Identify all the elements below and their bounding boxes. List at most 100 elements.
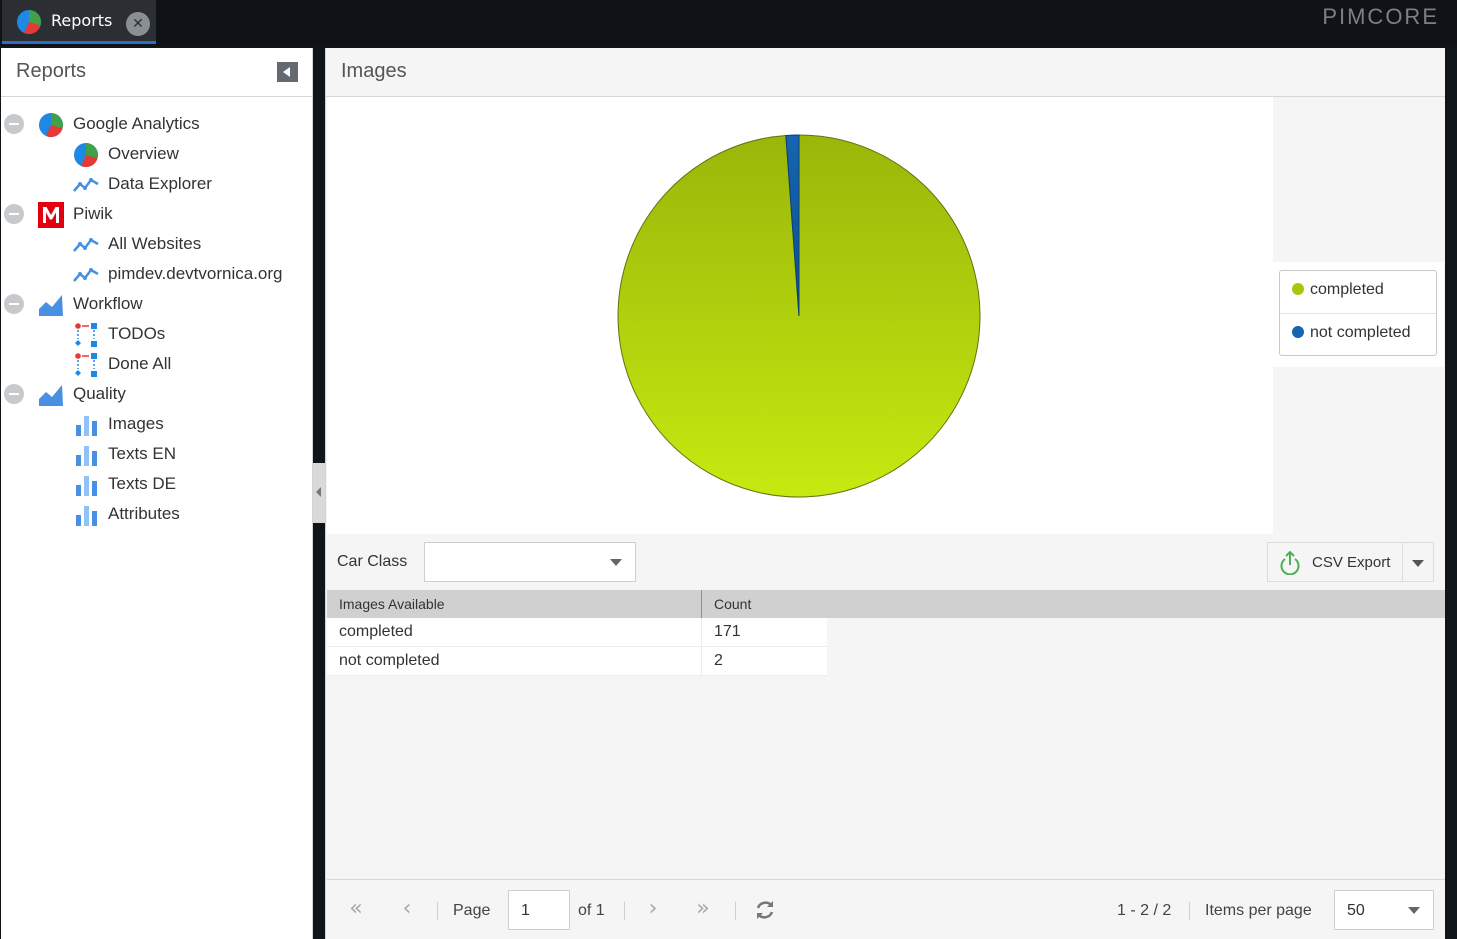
tree-node-pimdev[interactable]: pimdev.devtvornica.org [1, 259, 313, 289]
collapse-toggle-icon[interactable] [4, 384, 24, 404]
pie-chart-icon [74, 142, 99, 168]
chart-legend: completed not completed [1273, 262, 1444, 367]
refresh-icon[interactable] [753, 898, 777, 922]
tree-node-label: Done All [108, 354, 172, 373]
tree-node-texts-en[interactable]: Texts EN [1, 439, 313, 469]
tree-node-label: Images [108, 414, 164, 433]
legend-label: completed [1310, 281, 1384, 298]
pager-divider [437, 902, 438, 920]
tree-node-label: Google Analytics [73, 114, 200, 133]
reports-tree: Google Analytics Overview Data Explorer [1, 109, 313, 529]
tree-node-google-analytics[interactable]: Google Analytics [1, 109, 313, 139]
chevron-down-icon[interactable] [610, 559, 622, 566]
csv-export-label: CSV Export [1312, 554, 1391, 571]
legend-dot [1292, 283, 1304, 296]
tree-node-label: All Websites [108, 234, 202, 253]
area-chart-icon [39, 295, 63, 316]
collapse-toggle-icon[interactable] [4, 114, 24, 134]
page-label: Page [453, 902, 491, 919]
items-per-page-value: 50 [1347, 902, 1365, 919]
last-page-icon[interactable]: » [691, 898, 715, 922]
tree-node-images[interactable]: Images [1, 409, 313, 439]
tree-node-piwik[interactable]: Piwik [1, 199, 313, 229]
tree-node-quality[interactable]: Quality [1, 379, 313, 409]
pagination-toolbar: « ‹ Page 1 of 1 › » 1 - 2 / 2 Items per … [327, 879, 1445, 939]
pager-divider [735, 902, 736, 920]
legend-item-not-completed[interactable]: not completed [1292, 324, 1411, 346]
sidebar-header: Reports [1, 48, 312, 97]
pie-chart-svg [617, 134, 981, 498]
cell-images-available: not completed [327, 647, 702, 676]
top-bar: Reports ✕ PIMCORE [0, 0, 1457, 46]
tree-node-label: pimdev.devtvornica.org [108, 264, 283, 283]
items-per-page-select[interactable]: 50 [1334, 890, 1434, 930]
cell-count: 171 [714, 623, 741, 640]
tree-node-label: Attributes [108, 504, 180, 523]
tree-node-todos[interactable]: TODOs [1, 319, 313, 349]
area-chart-icon [39, 385, 63, 406]
pie-chart-icon [17, 9, 42, 35]
sidebar-splitter-handle[interactable] [313, 463, 325, 523]
legend-label: not completed [1310, 324, 1411, 341]
piwik-icon [38, 202, 64, 228]
bar-chart-icon [76, 446, 97, 466]
tree-node-label: Overview [108, 144, 179, 163]
tree-node-overview[interactable]: Overview [1, 139, 313, 169]
tree-node-label: TODOs [108, 324, 166, 343]
google-analytics-icon [39, 112, 64, 138]
tree-node-texts-de[interactable]: Texts DE [1, 469, 313, 499]
pimcore-logo: PIMCORE [1322, 4, 1439, 29]
reports-sidebar: Reports Google Analytics Overview Data E… [1, 48, 313, 939]
tree-node-done-all[interactable]: Done All [1, 349, 313, 379]
bar-chart-icon [76, 416, 97, 436]
legend-dot [1292, 326, 1304, 339]
panel-header: Images [326, 48, 1445, 97]
pager-divider [1189, 902, 1190, 920]
cell-count: 2 [714, 652, 723, 669]
tab-label: Reports [51, 11, 113, 30]
csv-export-button[interactable]: CSV Export [1267, 542, 1403, 582]
cell-images-available: completed [327, 618, 702, 647]
tree-node-label: Quality [73, 384, 126, 403]
line-chart-icon [73, 268, 99, 282]
collapse-toggle-icon[interactable] [4, 294, 24, 314]
tree-node-workflow[interactable]: Workflow [1, 289, 313, 319]
previous-page-icon[interactable]: ‹ [395, 898, 419, 922]
column-header-count[interactable]: Count [702, 590, 827, 618]
tree-node-all-websites[interactable]: All Websites [1, 229, 313, 259]
close-icon[interactable]: ✕ [126, 12, 150, 36]
pager-divider [624, 902, 625, 920]
display-range-label: 1 - 2 / 2 [1117, 902, 1172, 919]
next-page-icon[interactable]: › [641, 898, 665, 922]
grid-header: Images Available Count [327, 590, 1445, 618]
tree-node-attributes[interactable]: Attributes [1, 499, 313, 529]
results-grid: Images Available Count completed 171 not… [327, 590, 1445, 880]
items-per-page-label: Items per page [1205, 902, 1312, 919]
tab-reports[interactable]: Reports ✕ [2, 0, 156, 44]
column-header-images-available[interactable]: Images Available [327, 590, 702, 618]
car-class-select[interactable] [424, 542, 636, 582]
workflow-icon [75, 353, 97, 377]
page-count-label: of 1 [578, 902, 605, 919]
chevron-down-icon[interactable] [1408, 907, 1420, 914]
page-number-input[interactable]: 1 [508, 890, 570, 930]
workflow-icon [75, 323, 97, 347]
tree-node-data-explorer[interactable]: Data Explorer [1, 169, 313, 199]
table-row[interactable]: completed 171 [327, 618, 827, 647]
legend-divider [1280, 313, 1436, 314]
collapse-sidebar-button[interactable] [277, 62, 298, 82]
report-toolbar: Car Class CSV Export [327, 538, 1445, 588]
table-row[interactable]: not completed 2 [327, 647, 827, 676]
window-edge [1445, 48, 1457, 939]
first-page-icon[interactable]: « [344, 898, 368, 922]
tree-node-label: Texts EN [108, 444, 177, 463]
legend-box: completed not completed [1279, 270, 1437, 356]
line-chart-icon [73, 238, 99, 252]
csv-export-menu-button[interactable] [1403, 542, 1434, 582]
report-panel: Images completed not completed Car Class… [325, 48, 1445, 939]
legend-item-completed[interactable]: completed [1292, 281, 1384, 303]
tree-node-label: Texts DE [108, 474, 177, 493]
panel-title: Images [341, 60, 407, 82]
bar-chart-icon [76, 506, 97, 526]
collapse-toggle-icon[interactable] [4, 204, 24, 224]
